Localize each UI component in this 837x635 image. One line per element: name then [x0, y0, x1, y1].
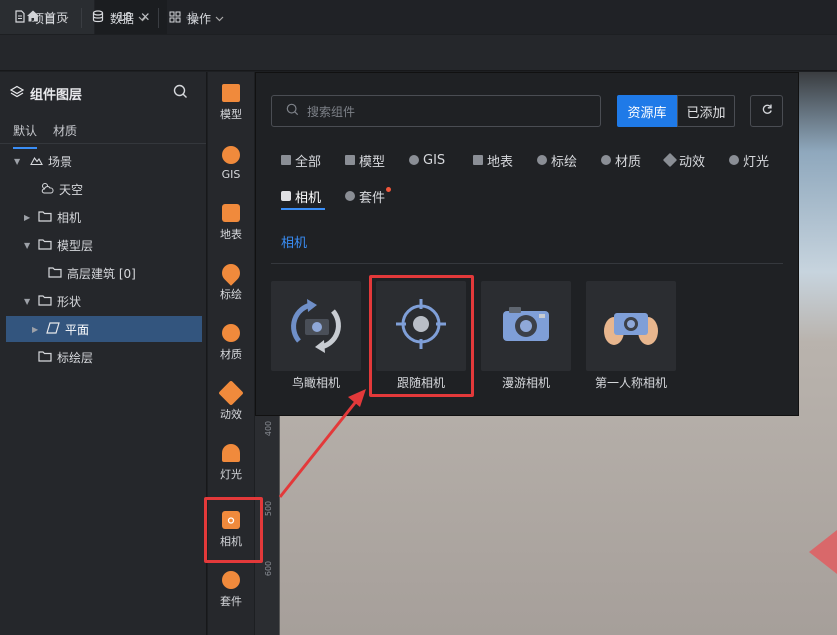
annotation-arrow	[278, 389, 366, 498]
